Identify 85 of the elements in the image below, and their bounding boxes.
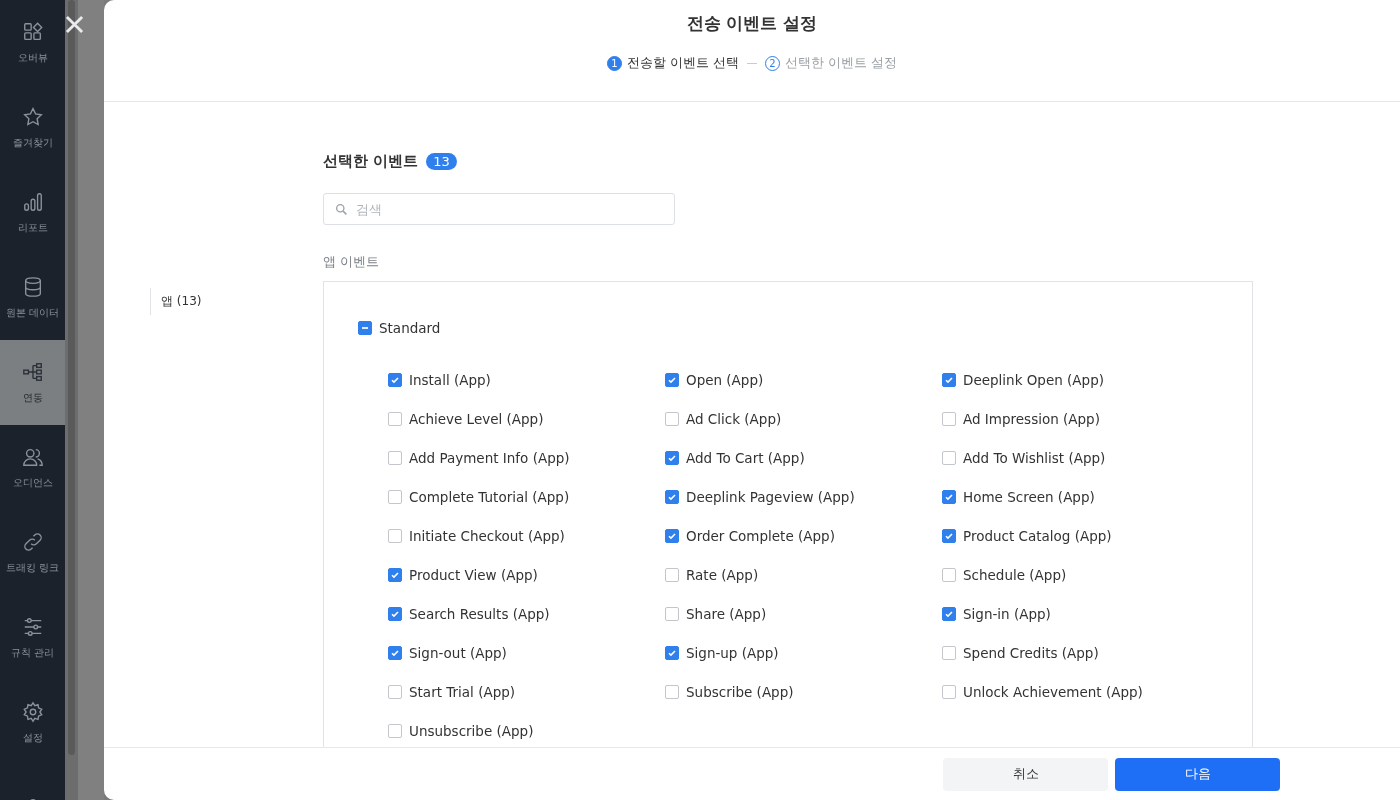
checkbox[interactable] — [388, 646, 402, 660]
search-field[interactable]: 검색 — [323, 193, 675, 225]
category-tab[interactable]: 앱 (13) — [150, 288, 323, 315]
event-label: Initiate Checkout (App) — [409, 528, 565, 544]
sidebar-item[interactable]: 원본 데이터 — [0, 255, 65, 340]
event-label: Schedule (App) — [963, 567, 1067, 583]
section-heading: 선택한 이벤트 — [323, 152, 419, 171]
checkbox[interactable] — [665, 568, 679, 582]
bar-chart-icon — [21, 190, 44, 213]
checkbox[interactable] — [942, 646, 956, 660]
event-label: Rate (App) — [686, 567, 759, 583]
checkbox[interactable] — [942, 412, 956, 426]
event-label: Home Screen (App) — [963, 489, 1095, 505]
modal-title: 전송 이벤트 설정 — [686, 12, 818, 35]
checkbox[interactable] — [665, 685, 679, 699]
next-button[interactable]: 다음 — [1115, 757, 1280, 791]
event-label: Unlock Achievement (App) — [963, 684, 1143, 700]
event-label: Open (App) — [686, 372, 764, 388]
checkbox[interactable] — [388, 724, 402, 738]
checkbox[interactable] — [942, 685, 956, 699]
event-label: Spend Credits (App) — [963, 645, 1099, 661]
checkbox[interactable] — [358, 321, 372, 335]
event-label: Unsubscribe (App) — [409, 723, 534, 739]
sidebar-item[interactable]: 즐겨찾기 — [0, 85, 65, 170]
event-label: Ad Impression (App) — [963, 411, 1100, 427]
event-label: Start Trial (App) — [409, 684, 516, 700]
checkbox[interactable] — [388, 607, 402, 621]
checkbox[interactable] — [942, 529, 956, 543]
event-label: Product View (App) — [409, 567, 538, 583]
step-item: 2 선택한 이벤트 설정 — [765, 55, 897, 72]
sidebar-item[interactable]: 규칙 관리 — [0, 595, 65, 680]
scrollbar-thumb[interactable] — [68, 0, 75, 755]
checkbox[interactable] — [665, 451, 679, 465]
checkbox[interactable] — [942, 607, 956, 621]
sidebar-item[interactable]: 설정 — [0, 680, 65, 765]
event-label: Ad Click (App) — [686, 411, 782, 427]
count-badge: 13 — [426, 153, 457, 170]
event-label: Achieve Level (App) — [409, 411, 544, 427]
event-label: Sign-out (App) — [409, 645, 507, 661]
event-label: Share (App) — [686, 606, 767, 622]
checkbox[interactable] — [388, 685, 402, 699]
grid-icon — [21, 20, 44, 43]
checkbox[interactable] — [388, 490, 402, 504]
checkbox[interactable] — [388, 529, 402, 543]
sidebar-item[interactable]: 리포트 — [0, 170, 65, 255]
event-label: Add To Wishlist (App) — [963, 450, 1106, 466]
checkbox[interactable] — [388, 451, 402, 465]
checkbox[interactable] — [665, 646, 679, 660]
star-icon — [21, 105, 44, 128]
checkbox[interactable] — [388, 412, 402, 426]
event-label: Subscribe (App) — [686, 684, 794, 700]
group-label: Standard — [379, 320, 441, 336]
step-item: 1 전송할 이벤트 선택 — [607, 55, 739, 72]
sidebar-item[interactable]: 오디언스 — [0, 425, 65, 510]
event-label: Search Results (App) — [409, 606, 550, 622]
sidebar-item[interactable]: 오버뷰 — [0, 0, 65, 85]
tree-icon — [21, 360, 44, 383]
sidebar-item[interactable]: 연동 — [0, 340, 65, 425]
event-label: Order Complete (App) — [686, 528, 835, 544]
link-icon — [21, 530, 44, 553]
event-label: Deeplink Pageview (App) — [686, 489, 855, 505]
checkbox[interactable] — [388, 373, 402, 387]
event-label: Add Payment Info (App) — [409, 450, 570, 466]
checkbox[interactable] — [665, 412, 679, 426]
checkbox[interactable] — [665, 490, 679, 504]
event-label: Deeplink Open (App) — [963, 372, 1104, 388]
event-label: Install (App) — [409, 372, 491, 388]
close-icon[interactable] — [65, 15, 84, 34]
checkbox[interactable] — [665, 607, 679, 621]
checkbox[interactable] — [665, 529, 679, 543]
sidebar-item[interactable]: 트래킹 링크 — [0, 510, 65, 595]
event-label: Product Catalog (App) — [963, 528, 1112, 544]
event-label: Add To Cart (App) — [686, 450, 805, 466]
event-label: Sign-up (App) — [686, 645, 779, 661]
checkbox[interactable] — [942, 451, 956, 465]
settings-icon — [21, 700, 44, 723]
event-label: Complete Tutorial (App) — [409, 489, 570, 505]
checkbox[interactable] — [942, 373, 956, 387]
section-label: 앱 이벤트 — [323, 253, 381, 271]
checkbox[interactable] — [942, 490, 956, 504]
checkbox[interactable] — [665, 373, 679, 387]
cancel-button[interactable]: 취소 — [943, 757, 1108, 791]
event-label: Sign-in (App) — [963, 606, 1051, 622]
checkbox[interactable] — [942, 568, 956, 582]
checkbox[interactable] — [388, 568, 402, 582]
